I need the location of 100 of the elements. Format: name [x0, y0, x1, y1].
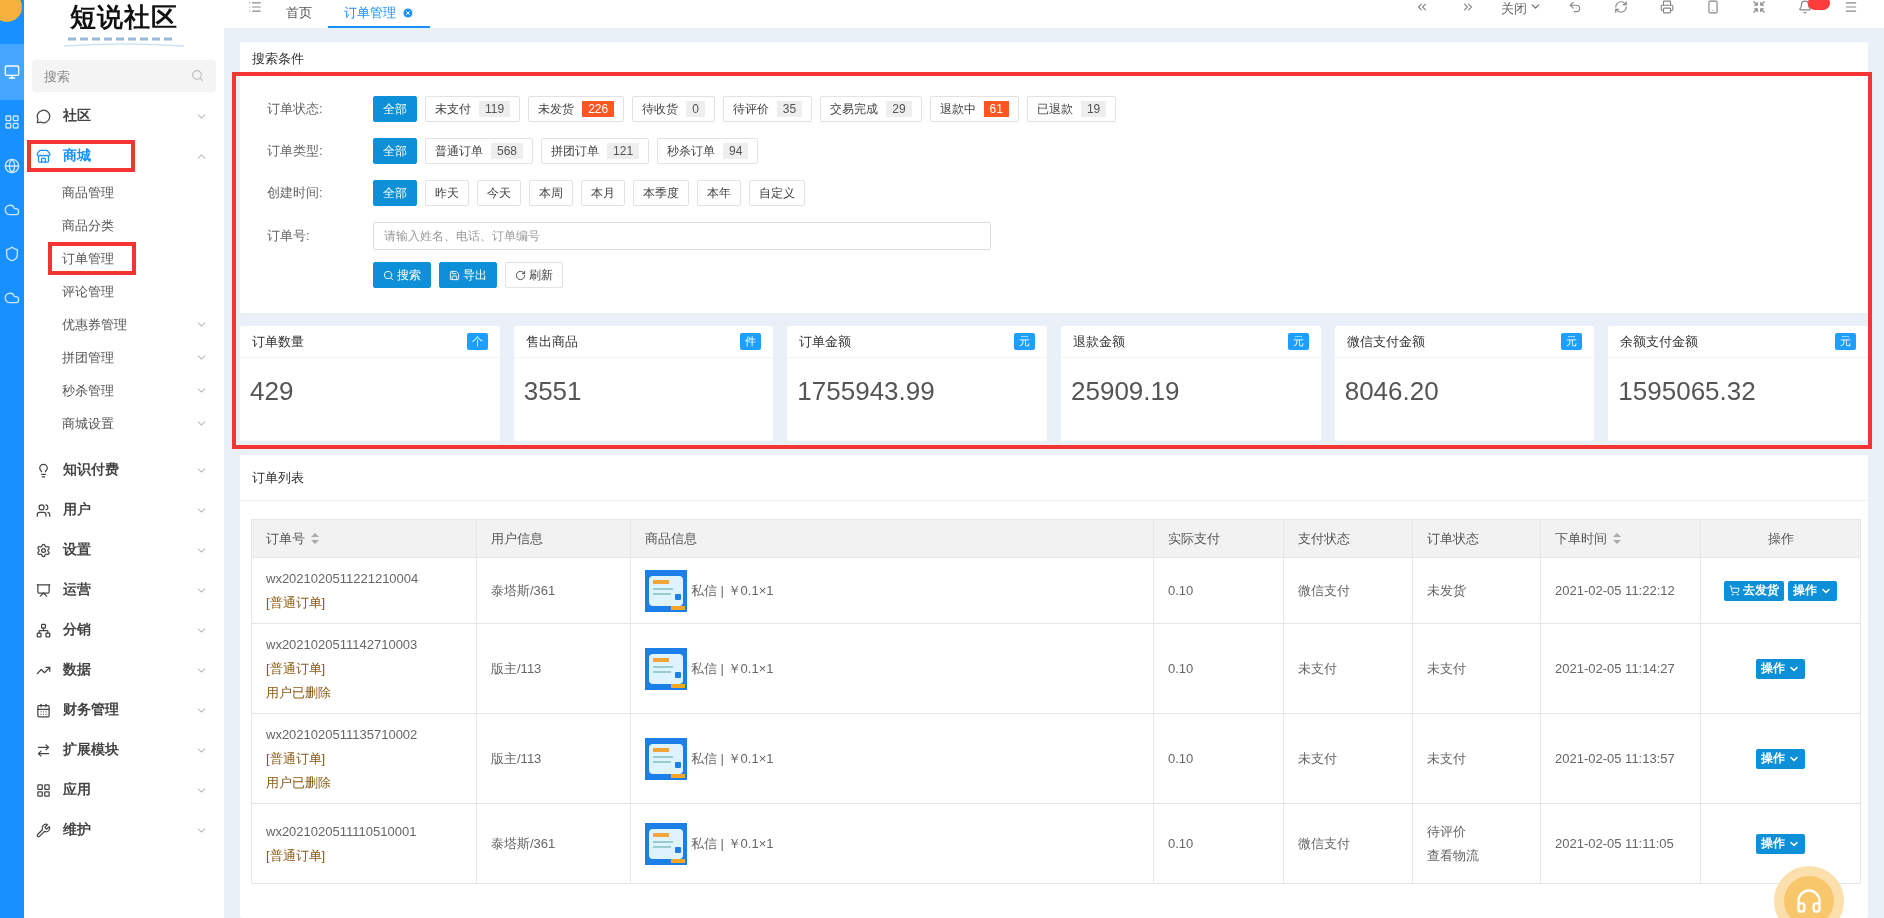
nav-subitem[interactable]: 商品管理 [24, 176, 224, 209]
refresh-button[interactable]: 刷新 [505, 262, 563, 288]
refresh-icon[interactable] [1614, 0, 1628, 14]
nav-subitem[interactable]: 秒杀管理 [24, 374, 224, 407]
nav-item[interactable]: 数据 [24, 650, 224, 690]
column-header[interactable]: 订单号 [251, 519, 477, 558]
close-icon[interactable] [402, 7, 414, 19]
search-icon[interactable] [191, 69, 204, 82]
nav-item[interactable]: 分销 [24, 610, 224, 650]
filter-chip[interactable]: 已退款 19 [1026, 96, 1117, 122]
actions-dropdown[interactable]: 操作 [1788, 580, 1837, 601]
actions-dropdown[interactable]: 操作 [1756, 833, 1805, 854]
filter-chip[interactable]: 普通订单 568 [425, 138, 534, 164]
filter-chip[interactable]: 本月 [581, 180, 625, 206]
nav-item[interactable]: 知识付费 [24, 450, 224, 490]
nav-item[interactable]: 设置 [24, 530, 224, 570]
order-status: 未发货 [1427, 581, 1467, 600]
actions-dropdown[interactable]: 操作 [1756, 658, 1805, 679]
filter-chip[interactable]: 本季度 [633, 180, 689, 206]
filter-chip[interactable]: 全部 [373, 180, 417, 206]
filter-chip[interactable]: 交易完成 29 [820, 96, 922, 122]
search-field[interactable]: 搜索 [32, 60, 216, 92]
column-header[interactable]: 下单时间 [1540, 519, 1701, 558]
globe-icon[interactable] [4, 158, 20, 174]
arrows-icon [36, 742, 51, 758]
count-badge: 226 [582, 101, 615, 117]
cloud-icon[interactable] [4, 290, 20, 306]
order-type: [普通订单] [266, 846, 327, 865]
filter-chip[interactable]: 待评价 35 [722, 96, 813, 122]
nav-subitem[interactable]: 订单管理 [24, 242, 224, 275]
filter-chip[interactable]: 今天 [477, 180, 521, 206]
nav-subitem[interactable]: 优惠券管理 [24, 308, 224, 341]
menu-icon[interactable] [1844, 0, 1858, 14]
shrink-icon[interactable] [1752, 0, 1766, 14]
logistics-link[interactable]: 查看物流 [1427, 843, 1526, 868]
unit-badge: 元 [1561, 333, 1583, 350]
search-icon [383, 269, 394, 281]
nav-subitem[interactable]: 商品分类 [24, 209, 224, 242]
wrench-icon [36, 822, 51, 838]
undo-icon[interactable] [1568, 0, 1582, 14]
sort-icon[interactable] [1613, 533, 1621, 544]
nav-subitem[interactable]: 评论管理 [24, 275, 224, 308]
close-menu[interactable]: 关闭 [1491, 0, 1552, 28]
grid-icon[interactable] [4, 114, 20, 130]
product-text: 私信 | ￥0.1×1 [691, 581, 774, 600]
ship-button[interactable]: 去发货 [1724, 580, 1784, 601]
nav-item[interactable]: 运营 [24, 570, 224, 610]
shield-icon[interactable] [4, 246, 20, 262]
filter-chip[interactable]: 秒杀订单 94 [657, 138, 759, 164]
double-right-icon[interactable] [1461, 0, 1475, 14]
filter-chip[interactable]: 未发货 226 [528, 96, 625, 122]
column-header: 实际支付 [1153, 519, 1284, 558]
bell-icon[interactable] [1798, 0, 1812, 14]
product-text: 私信 | ￥0.1×1 [691, 834, 774, 853]
actions-dropdown[interactable]: 操作 [1756, 748, 1805, 769]
table-cell: 2021-02-05 11:22:12 [1540, 557, 1701, 624]
export-button[interactable]: 导出 [439, 262, 497, 288]
column-header: 订单状态 [1412, 519, 1541, 558]
nav-item[interactable]: 用户 [24, 490, 224, 530]
phone-icon[interactable] [1706, 0, 1720, 14]
filter-chip[interactable]: 全部 [373, 138, 417, 164]
cloud-icon[interactable] [4, 202, 20, 218]
stat-value: 429 [249, 375, 295, 407]
search-button[interactable]: 搜索 [373, 262, 431, 288]
nav-item[interactable]: 应用 [24, 770, 224, 810]
settings-icon [36, 542, 51, 558]
nav-subitem[interactable]: 拼团管理 [24, 341, 224, 374]
column-header: 商品信息 [630, 519, 1154, 558]
tab[interactable]: 首页 [270, 0, 328, 28]
table-cell: 0.10 [1153, 557, 1284, 624]
filter-chip[interactable]: 退款中 61 [929, 96, 1019, 122]
order-note: 用户已删除 [266, 683, 332, 702]
nav-item[interactable]: 社区 [24, 96, 224, 136]
filter-chip[interactable]: 本周 [529, 180, 573, 206]
grid-icon [36, 782, 51, 798]
filter-chip[interactable]: 本年 [697, 180, 741, 206]
order-type: [普通订单] [266, 749, 327, 768]
filter-chip[interactable]: 全部 [373, 96, 417, 122]
monitor-icon[interactable] [4, 64, 20, 80]
filter-chip[interactable]: 自定义 [749, 180, 805, 206]
nav-subitem[interactable]: 商城设置 [24, 407, 224, 440]
list-icon[interactable] [248, 0, 262, 14]
order-search-field[interactable]: 请输入姓名、电话、订单编号 [373, 222, 991, 250]
table-cell: 微信支付 [1283, 803, 1413, 884]
filter-label: 订单状态: [267, 100, 324, 118]
notification-badge [1808, 0, 1830, 10]
filter-chip[interactable]: 昨天 [425, 180, 469, 206]
double-left-icon[interactable] [1415, 0, 1429, 14]
filter-chip[interactable]: 未支付 119 [425, 96, 521, 122]
filter-chip[interactable]: 待收货 0 [632, 96, 715, 122]
nav-item[interactable]: 扩展模块 [24, 730, 224, 770]
count-badge: 568 [491, 143, 524, 159]
table-cell: 未支付 [1283, 623, 1413, 714]
printer-icon[interactable] [1660, 0, 1674, 14]
nav-item[interactable]: 财务管理 [24, 690, 224, 730]
nav-item[interactable]: 维护 [24, 810, 224, 850]
filter-label: 订单号: [267, 227, 311, 245]
sort-icon[interactable] [311, 533, 319, 544]
filter-chip[interactable]: 拼团订单 121 [541, 138, 650, 164]
store-icon [36, 148, 51, 164]
